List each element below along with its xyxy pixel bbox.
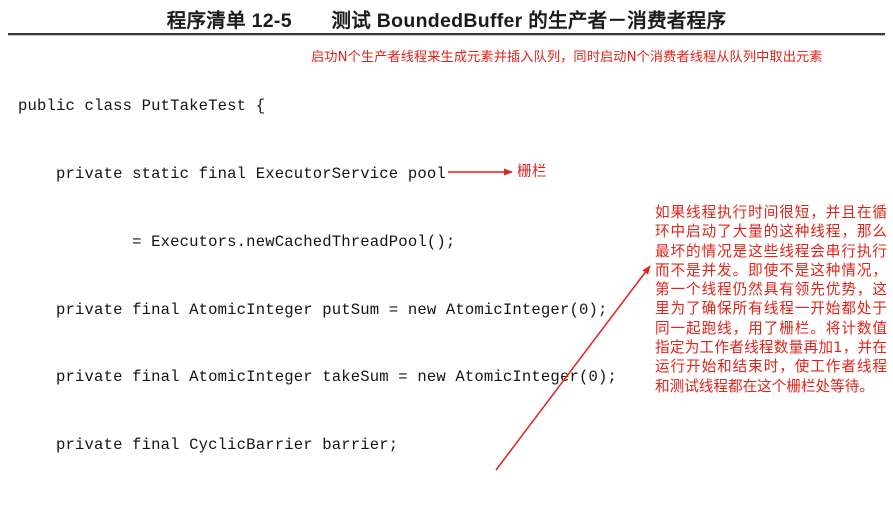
page-title: 程序清单 12-5 测试 BoundedBuffer 的生产者－消费者程序 [166, 10, 727, 32]
code-line: public class PutTakeTest { [18, 97, 266, 116]
annotation-top-note: 启功N个生产者线程来生成元素并插入队列，同时启动N个消费者线程从队列中取出元素 [311, 50, 823, 65]
code-line: private final AtomicInteger takeSum = ne… [18, 368, 617, 387]
code-line: private final CyclicBarrier barrier; [18, 436, 399, 455]
listing-title-bar: 程序清单 12-5 测试 BoundedBuffer 的生产者－消费者程序 [0, 4, 893, 33]
code-line: private final AtomicInteger putSum = new… [18, 300, 608, 319]
listing-page: 程序清单 12-5 测试 BoundedBuffer 的生产者－消费者程序 pu… [0, 0, 893, 505]
title-divider [8, 33, 885, 36]
code-line: = Executors.newCachedThreadPool(); [18, 232, 456, 251]
code-listing: public class PutTakeTest { private stati… [18, 50, 617, 505]
annotation-barrier-explanation: 如果线程执行时间很短，并且在循环中启动了大量的这种线程，那么最坏的情况是这些线程… [655, 204, 887, 395]
annotation-barrier-label: 栅栏 [517, 164, 547, 180]
